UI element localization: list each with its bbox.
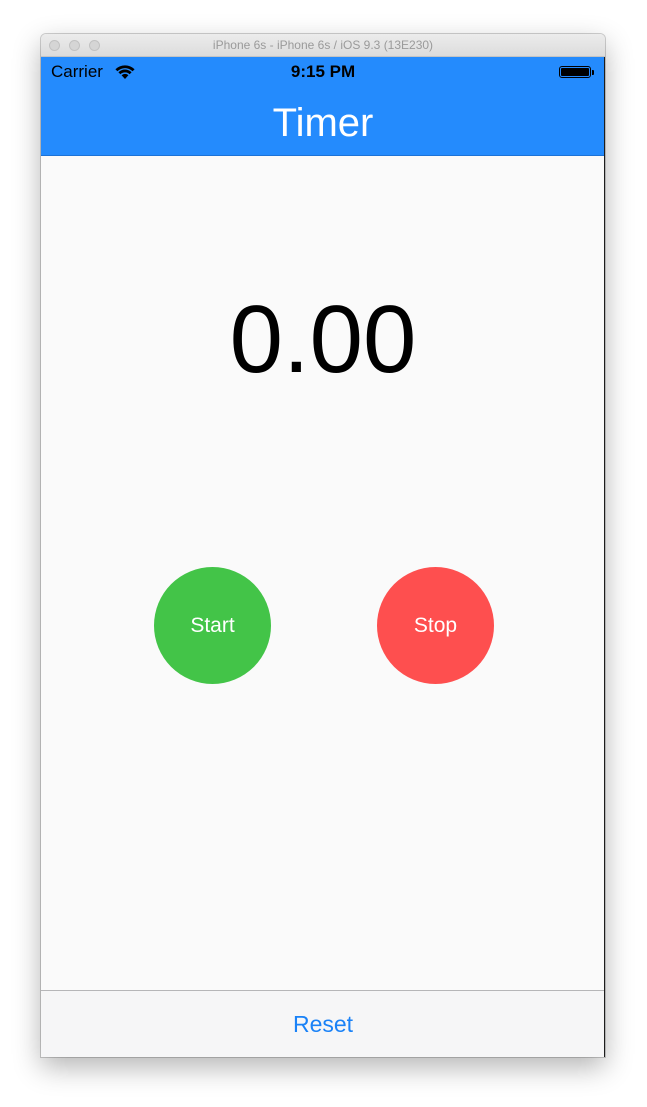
navigation-bar: Timer bbox=[41, 87, 605, 156]
window-edge bbox=[604, 57, 605, 1057]
window-titlebar: iPhone 6s - iPhone 6s / iOS 9.3 (13E230) bbox=[41, 34, 605, 57]
start-button-label: Start bbox=[190, 613, 235, 637]
stop-button-label: Stop bbox=[413, 613, 458, 637]
window-title: iPhone 6s - iPhone 6s / iOS 9.3 (13E230) bbox=[212, 38, 434, 52]
status-bar: Carrier 9:15 PM bbox=[41, 57, 605, 87]
battery-tip bbox=[592, 70, 594, 75]
timer-content: 0.00 Start Stop bbox=[41, 156, 605, 990]
status-time: 9:15 PM bbox=[290, 62, 356, 81]
elapsed-time-display: 0.00 bbox=[229, 286, 417, 393]
battery-level-fill bbox=[561, 68, 589, 76]
stop-button[interactable]: Stop bbox=[377, 567, 494, 684]
bottom-toolbar: Reset bbox=[41, 990, 605, 1057]
simulator-window: iPhone 6s - iPhone 6s / iOS 9.3 (13E230)… bbox=[41, 34, 605, 1057]
nav-title: Timer bbox=[272, 101, 374, 145]
start-button[interactable]: Start bbox=[154, 567, 271, 684]
battery-icon bbox=[559, 66, 591, 78]
reset-button[interactable]: Reset bbox=[41, 1011, 605, 1038]
